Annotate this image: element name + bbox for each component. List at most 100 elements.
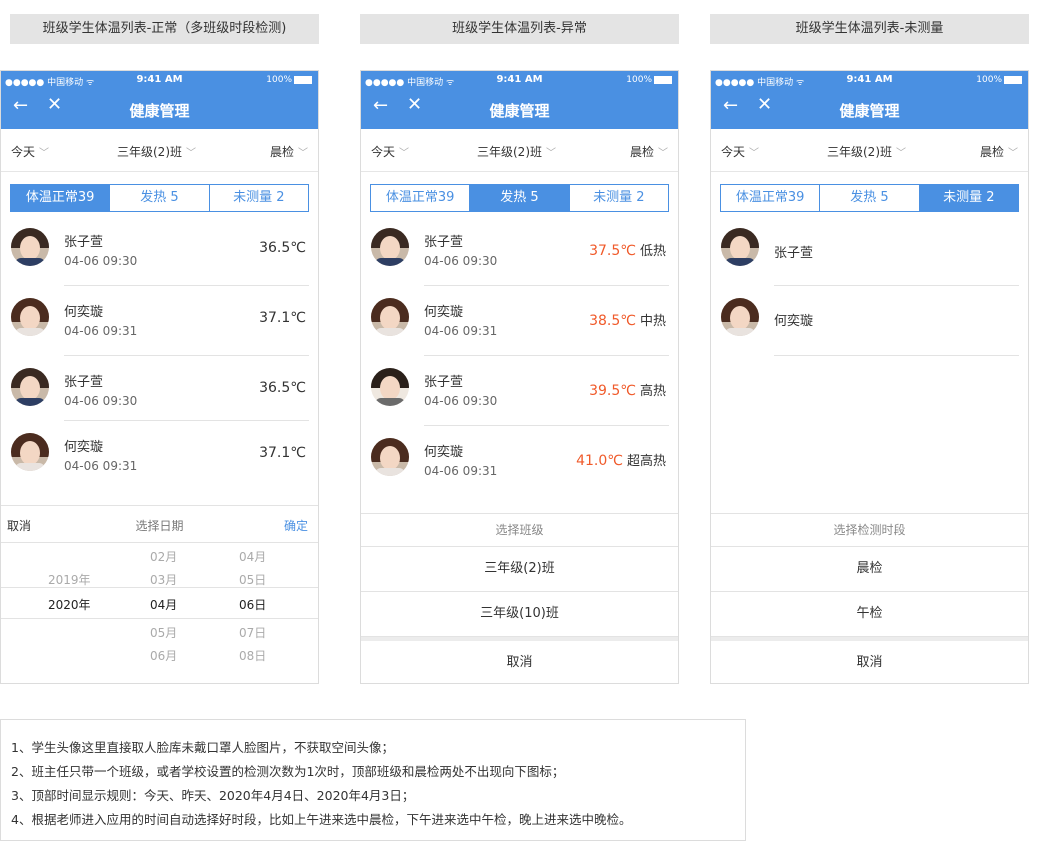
list-item[interactable]: 何奕璇 bbox=[711, 286, 1028, 356]
avatar bbox=[721, 298, 759, 336]
tab-normal[interactable]: 体温正常39 bbox=[11, 185, 110, 211]
student-name: 张子萱 bbox=[64, 235, 104, 250]
chevron-down-icon: ﹀ bbox=[39, 148, 50, 159]
day-filter[interactable]: 今天 ﹀ bbox=[371, 143, 409, 160]
tab-unmeasured[interactable]: 未测量 2 bbox=[208, 185, 308, 211]
picker-year-selected[interactable]: 2020年 bbox=[48, 596, 91, 613]
measure-time: 04-06 09:30 bbox=[424, 254, 498, 268]
picker-month[interactable]: 02月 bbox=[150, 548, 177, 565]
picker-day[interactable]: 07日 bbox=[239, 624, 266, 641]
battery: 100% bbox=[976, 75, 1022, 85]
list-item[interactable]: 张子萱 bbox=[711, 216, 1028, 286]
measure-time: 04-06 09:31 bbox=[424, 464, 498, 478]
fever-level: 超高热 bbox=[626, 454, 666, 469]
day-filter[interactable]: 今天 ﹀ bbox=[721, 143, 759, 160]
fever-level: 低热 bbox=[639, 244, 666, 259]
chevron-down-icon: ﹀ bbox=[546, 148, 556, 159]
nav-bar: ← ✕ 健康管理 bbox=[711, 89, 1028, 129]
chevron-down-icon: ﹀ bbox=[399, 148, 410, 159]
avatar bbox=[371, 438, 409, 476]
tab-fever[interactable]: 发热 5 bbox=[109, 185, 208, 211]
sheet-option[interactable]: 三年级(2)班 bbox=[361, 547, 678, 592]
period-filter[interactable]: 晨检 ﹀ bbox=[980, 143, 1018, 160]
list-item[interactable]: 张子萱 04-06 09:30 36.5℃ bbox=[1, 216, 318, 286]
picker-month-selected[interactable]: 04月 bbox=[150, 596, 177, 613]
avatar bbox=[11, 298, 49, 336]
student-list: 张子萱 何奕璇 bbox=[711, 216, 1028, 356]
phone-unmeasured: ●●●●● 中国移动 ᯤ 9:41 AM 100% ← ✕ 健康管理 今天 ﹀ 三… bbox=[710, 70, 1029, 684]
filter-bar: 今天 ﹀ 三年级(2)班 ﹀ 晨检 ﹀ bbox=[711, 129, 1028, 172]
class-select-sheet: 选择班级 三年级(2)班 三年级(10)班 取消 bbox=[361, 513, 678, 683]
picker-day-selected[interactable]: 06日 bbox=[239, 596, 266, 613]
list-item[interactable]: 张子萱 04-06 09:30 37.5℃ 低热 bbox=[361, 216, 678, 286]
status-bar: ●●●●● 中国移动 ᯤ 9:41 AM 100% bbox=[1, 71, 318, 89]
period-filter[interactable]: 晨检 ﹀ bbox=[630, 143, 668, 160]
picker-month[interactable]: 03月 bbox=[150, 571, 177, 588]
page-title: 健康管理 bbox=[839, 102, 900, 120]
avatar bbox=[11, 228, 49, 266]
list-item[interactable]: 张子萱 04-06 09:30 36.5℃ bbox=[1, 356, 318, 421]
battery-icon bbox=[1004, 75, 1022, 84]
chevron-down-icon: ﹀ bbox=[1008, 148, 1018, 159]
picker-month[interactable]: 05月 bbox=[150, 624, 177, 641]
temperature: 39.5℃ 高热 bbox=[589, 383, 666, 399]
temperature: 36.5℃ bbox=[259, 240, 306, 256]
sheet-option[interactable]: 午检 bbox=[711, 592, 1028, 637]
list-item[interactable]: 何奕璇 04-06 09:31 37.1℃ bbox=[1, 421, 318, 491]
tab-bar: 体温正常39 发热 5 未测量 2 bbox=[10, 184, 309, 212]
note-line: 1、学生头像这里直接取人脸库未戴口罩人脸图片，不获取空间头像； bbox=[11, 740, 394, 755]
measure-time: 04-06 09:31 bbox=[424, 324, 498, 338]
note-line: 2、班主任只带一个班级，或者学校设置的检测次数为1次时，顶部班级和晨检两处不出现… bbox=[11, 764, 565, 779]
tab-normal[interactable]: 体温正常39 bbox=[371, 185, 469, 211]
status-bar: ●●●●● 中国移动 ᯤ 9:41 AM 100% bbox=[711, 71, 1028, 89]
day-filter[interactable]: 今天 ﹀ bbox=[11, 143, 49, 160]
student-name: 何奕璇 bbox=[424, 445, 464, 460]
measure-time: 04-06 09:30 bbox=[64, 394, 138, 408]
notes-box: 1、学生头像这里直接取人脸库未戴口罩人脸图片，不获取空间头像； 2、班主任只带一… bbox=[0, 719, 746, 841]
class-filter[interactable]: 三年级(2)班 ﹀ bbox=[477, 143, 556, 160]
picker-confirm-button[interactable]: 确定 bbox=[284, 517, 308, 534]
student-name: 张子萱 bbox=[424, 375, 464, 390]
avatar bbox=[371, 368, 409, 406]
list-item[interactable]: 何奕璇 04-06 09:31 41.0℃ 超高热 bbox=[361, 426, 678, 496]
tab-unmeasured[interactable]: 未测量 2 bbox=[918, 185, 1018, 211]
tab-unmeasured[interactable]: 未测量 2 bbox=[568, 185, 668, 211]
tab-fever[interactable]: 发热 5 bbox=[819, 185, 918, 211]
tab-fever[interactable]: 发热 5 bbox=[469, 185, 569, 211]
list-item[interactable]: 何奕璇 04-06 09:31 38.5℃ 中热 bbox=[361, 286, 678, 356]
sheet-title: 选择检测时段 bbox=[711, 514, 1028, 547]
measure-time: 04-06 09:31 bbox=[64, 459, 138, 473]
picker-month[interactable]: 06月 bbox=[150, 647, 177, 664]
student-name: 张子萱 bbox=[424, 235, 464, 250]
class-filter[interactable]: 三年级(2)班 ﹀ bbox=[117, 143, 196, 160]
class-filter[interactable]: 三年级(2)班 ﹀ bbox=[827, 143, 906, 160]
battery: 100% bbox=[626, 75, 672, 85]
measure-time: 04-06 09:30 bbox=[64, 254, 138, 268]
period-filter[interactable]: 晨检 ﹀ bbox=[270, 143, 308, 160]
avatar bbox=[371, 298, 409, 336]
avatar bbox=[11, 433, 49, 471]
chevron-down-icon: ﹀ bbox=[658, 148, 668, 159]
list-item[interactable]: 张子萱 04-06 09:30 39.5℃ 高热 bbox=[361, 356, 678, 426]
picker-day[interactable]: 08日 bbox=[239, 647, 266, 664]
sheet-cancel-button[interactable]: 取消 bbox=[711, 641, 1028, 683]
picker-day[interactable]: 04月 bbox=[239, 548, 266, 565]
screen-header-unmeasured: 班级学生体温列表-未测量 bbox=[710, 14, 1029, 44]
tab-normal[interactable]: 体温正常39 bbox=[721, 185, 819, 211]
chevron-down-icon: ﹀ bbox=[749, 148, 760, 159]
picker-year[interactable]: 2019年 bbox=[48, 571, 91, 588]
chevron-down-icon: ﹀ bbox=[896, 148, 906, 159]
temperature: 37.5℃ 低热 bbox=[589, 243, 666, 259]
filter-bar: 今天 ﹀ 三年级(2)班 ﹀ 晨检 ﹀ bbox=[1, 129, 318, 172]
picker-day[interactable]: 05日 bbox=[239, 571, 266, 588]
temperature: 37.1℃ bbox=[259, 445, 306, 461]
list-item[interactable]: 何奕璇 04-06 09:31 37.1℃ bbox=[1, 286, 318, 356]
sheet-option[interactable]: 三年级(10)班 bbox=[361, 592, 678, 637]
sheet-option[interactable]: 晨检 bbox=[711, 547, 1028, 592]
phone-normal: ●●●●● 中国移动 ᯤ 9:41 AM 100% ← ✕ 健康管理 今天 ﹀ 三… bbox=[0, 70, 319, 684]
student-list: 张子萱 04-06 09:30 37.5℃ 低热 何奕璇 04-06 09:31 … bbox=[361, 216, 678, 496]
page-title: 健康管理 bbox=[489, 102, 550, 120]
sheet-cancel-button[interactable]: 取消 bbox=[361, 641, 678, 683]
fever-level: 中热 bbox=[639, 314, 666, 329]
temperature: 37.1℃ bbox=[259, 310, 306, 326]
